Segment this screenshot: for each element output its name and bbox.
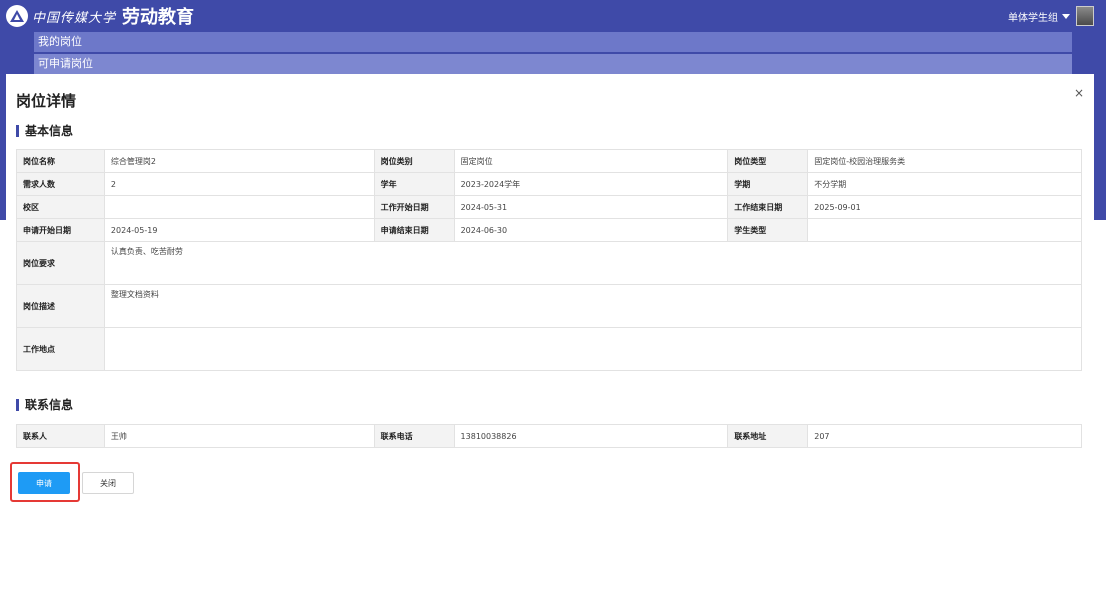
table-row: 校区 工作开始日期 2024-05-31 工作结束日期 2025-09-01 (16, 195, 1082, 219)
work-start-value: 2024-05-31 (453, 195, 729, 219)
description-label: 岗位描述 (16, 284, 105, 328)
nav-available-posts[interactable]: 可申请岗位 (34, 54, 1072, 74)
contact-info-title: 联系信息 (25, 398, 74, 412)
user-menu[interactable]: 单体学生组 (1008, 6, 1094, 26)
school-year-label: 学年 (373, 172, 455, 196)
nav-my-posts[interactable]: 我的岗位 (34, 32, 1072, 52)
avatar[interactable] (1076, 6, 1094, 26)
post-category-value: 固定岗位 (453, 149, 729, 173)
contact-phone-value: 13810038826 (453, 424, 729, 448)
apply-button[interactable]: 申请 (18, 472, 70, 494)
campus-value (103, 195, 375, 219)
post-type-label: 岗位类型 (727, 149, 809, 173)
work-end-label: 工作结束日期 (727, 195, 809, 219)
table-row: 联系人 王帅 联系电话 13810038826 联系地址 207 (16, 424, 1082, 448)
apply-start-value: 2024-05-19 (103, 218, 375, 242)
basic-info-title: 基本信息 (25, 124, 74, 138)
campus-label: 校区 (16, 195, 105, 219)
table-row: 岗位描述 整理文档资料 (16, 284, 1083, 328)
school-year-value: 2023-2024学年 (453, 172, 729, 196)
post-category-label: 岗位类别 (373, 149, 455, 173)
work-start-label: 工作开始日期 (373, 195, 455, 219)
contact-info-table: 联系人 王帅 联系电话 13810038826 联系地址 207 (16, 424, 1082, 448)
student-type-value (807, 218, 1082, 242)
modal-title: 岗位详情 (16, 92, 77, 110)
contact-address-value: 207 (807, 424, 1082, 448)
chevron-down-icon[interactable] (1062, 13, 1070, 19)
school-emblem-icon (6, 5, 28, 27)
table-row: 需求人数 2 学年 2023-2024学年 学期 不分学期 (16, 172, 1082, 196)
apply-start-label: 申请开始日期 (16, 218, 105, 242)
student-type-label: 学生类型 (727, 218, 809, 242)
post-name-label: 岗位名称 (16, 149, 105, 173)
location-label: 工作地点 (16, 327, 105, 371)
table-row: 岗位要求 认真负责、吃苦耐劳 (16, 241, 1083, 285)
contact-info-heading: 联系信息 (16, 396, 73, 413)
headcount-value: 2 (103, 172, 375, 196)
close-button[interactable]: 关闭 (82, 472, 134, 494)
basic-info-table: 岗位名称 综合管理岗2 岗位类别 固定岗位 岗位类型 固定岗位-校园治理服务类 … (16, 149, 1083, 371)
work-end-value: 2025-09-01 (807, 195, 1082, 219)
logo: 中国传媒大学 劳动教育 (6, 4, 194, 28)
requirements-label: 岗位要求 (16, 241, 105, 285)
post-type-value: 固定岗位-校园治理服务类 (807, 149, 1082, 173)
sub-navigation: 我的岗位 可申请岗位 (34, 32, 1072, 74)
location-value (103, 327, 1083, 371)
contact-phone-label: 联系电话 (373, 424, 455, 448)
app-title: 劳动教育 (122, 7, 195, 28)
section-marker (16, 124, 19, 137)
table-row: 工作地点 (16, 327, 1083, 371)
post-detail-modal: 岗位详情 × 基本信息 岗位名称 综合管理岗2 岗位类别 固定岗位 岗位类型 固… (6, 74, 1094, 600)
contact-person-label: 联系人 (16, 424, 105, 448)
semester-label: 学期 (727, 172, 809, 196)
school-name: 中国传媒大学 (32, 10, 117, 26)
headcount-label: 需求人数 (16, 172, 105, 196)
close-icon[interactable]: × (1074, 86, 1084, 100)
contact-address-label: 联系地址 (727, 424, 809, 448)
section-marker (16, 398, 19, 411)
semester-value: 不分学期 (807, 172, 1082, 196)
basic-info-heading: 基本信息 (16, 122, 73, 139)
description-value: 整理文档资料 (103, 284, 1083, 328)
contact-person-value: 王帅 (103, 424, 375, 448)
apply-end-value: 2024-06-30 (453, 218, 729, 242)
apply-end-label: 申请结束日期 (373, 218, 455, 242)
requirements-value: 认真负责、吃苦耐劳 (103, 241, 1083, 285)
user-role-label[interactable]: 单体学生组 (1008, 9, 1058, 24)
table-row: 申请开始日期 2024-05-19 申请结束日期 2024-06-30 学生类型 (16, 218, 1082, 242)
table-row: 岗位名称 综合管理岗2 岗位类别 固定岗位 岗位类型 固定岗位-校园治理服务类 (16, 149, 1082, 173)
post-name-value: 综合管理岗2 (103, 149, 375, 173)
